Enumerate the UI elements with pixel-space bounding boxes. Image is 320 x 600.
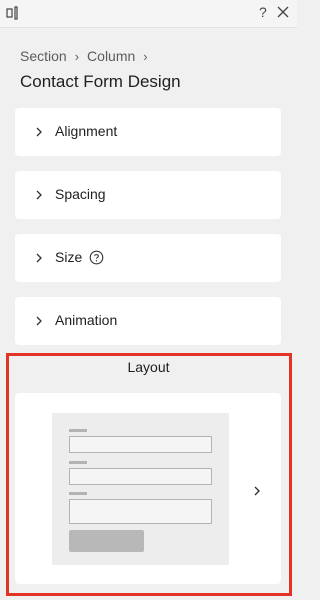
preview-submit-button bbox=[69, 530, 144, 552]
panel-animation[interactable]: Animation bbox=[15, 297, 281, 345]
close-icon[interactable] bbox=[277, 6, 289, 18]
preview-label-bar bbox=[69, 461, 87, 464]
chevron-right-icon bbox=[36, 190, 42, 200]
preview-textarea bbox=[69, 499, 212, 524]
breadcrumb-separator-icon: › bbox=[74, 48, 80, 64]
preview-field bbox=[69, 468, 212, 485]
panel-label: Alignment bbox=[55, 123, 118, 139]
chevron-right-icon bbox=[36, 253, 42, 263]
panel-size[interactable]: Size bbox=[15, 234, 281, 282]
page-title: Contact Form Design bbox=[20, 72, 181, 91]
panel-label: Animation bbox=[55, 312, 118, 328]
preview-label-bar bbox=[69, 492, 87, 495]
layout-toggle-icon[interactable] bbox=[6, 6, 22, 20]
preview-field bbox=[69, 436, 212, 453]
layout-section-title: Layout bbox=[127, 359, 170, 375]
panel-alignment[interactable]: Alignment bbox=[15, 108, 281, 156]
help-circle-icon[interactable] bbox=[89, 250, 104, 265]
panel-label: Size bbox=[55, 249, 83, 265]
chevron-right-icon[interactable] bbox=[253, 485, 261, 497]
chevron-right-icon bbox=[36, 127, 42, 137]
panel-spacing[interactable]: Spacing bbox=[15, 171, 281, 219]
breadcrumb-separator-icon: › bbox=[143, 48, 148, 64]
preview-label-bar bbox=[69, 429, 87, 432]
breadcrumb-item-column[interactable]: Column bbox=[87, 48, 135, 64]
breadcrumb: Section › Column › bbox=[20, 47, 156, 65]
panel-label: Spacing bbox=[55, 186, 106, 202]
chevron-right-icon bbox=[36, 316, 42, 326]
breadcrumb-item-section[interactable]: Section bbox=[20, 48, 67, 64]
question-icon[interactable]: ? bbox=[259, 4, 267, 20]
panel-toolbar: ? bbox=[0, 0, 297, 28]
